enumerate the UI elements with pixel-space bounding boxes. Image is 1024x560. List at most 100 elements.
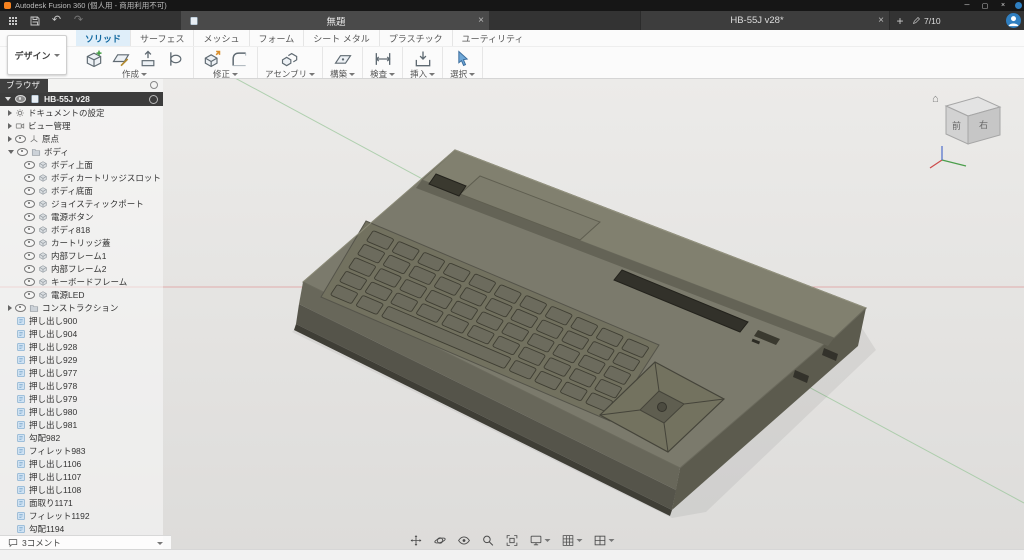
workspace-selector[interactable]: デザイン <box>7 35 67 75</box>
browser-item-named-views[interactable]: ビュー管理 <box>0 119 163 132</box>
feature-row[interactable]: 押し出し981 <box>0 418 163 431</box>
visibility-eye-icon[interactable] <box>15 95 26 103</box>
group-modify-label[interactable]: 修正 <box>213 69 238 79</box>
feature-row[interactable]: 押し出し1108 <box>0 483 163 496</box>
feature-row[interactable]: 押し出し980 <box>0 405 163 418</box>
pan-button[interactable] <box>410 534 423 547</box>
body-row[interactable]: ジョイスティックポート <box>0 197 163 210</box>
editable-documents-counter[interactable]: 7/10 <box>912 11 941 30</box>
tab-untitled-document[interactable]: 無題 × <box>181 11 489 30</box>
tab-form[interactable]: フォーム <box>249 30 304 46</box>
feature-row[interactable]: 面取り1171 <box>0 496 163 509</box>
tab-model-document[interactable]: HB-55J v28* × <box>640 11 890 30</box>
feature-row[interactable]: 押し出し1107 <box>0 470 163 483</box>
activate-radio-icon[interactable] <box>149 95 158 104</box>
assemble-button[interactable] <box>279 48 301 69</box>
feature-row[interactable]: フィレット1192 <box>0 509 163 522</box>
body-row[interactable]: キーボードフレーム <box>0 275 163 288</box>
body-row[interactable]: 電源LED <box>0 288 163 301</box>
browser-item-document-settings[interactable]: ドキュメントの設定 <box>0 106 163 119</box>
new-component-button[interactable] <box>83 48 105 69</box>
maximize-button[interactable]: ▢ <box>977 2 993 10</box>
select-button[interactable] <box>452 48 474 69</box>
expand-icon[interactable] <box>8 305 12 311</box>
group-inspect-label[interactable]: 検査 <box>370 69 395 79</box>
expand-icon[interactable] <box>5 97 11 101</box>
measure-button[interactable] <box>372 48 394 69</box>
expand-icon[interactable] <box>8 123 12 129</box>
fit-button[interactable] <box>506 534 519 547</box>
orbit-button[interactable] <box>434 534 447 547</box>
body-row[interactable]: ボディカートリッジスロット <box>0 171 163 184</box>
group-select-label[interactable]: 選択 <box>450 69 475 79</box>
display-settings-button[interactable] <box>530 534 551 547</box>
app-menu-button[interactable] <box>6 14 19 27</box>
visibility-eye-icon[interactable] <box>24 265 35 273</box>
group-assemble-label[interactable]: アセンブリ <box>265 69 315 79</box>
view-cube[interactable]: ⌂ 前 右 <box>928 86 1018 178</box>
feature-row[interactable]: 押し出し979 <box>0 392 163 405</box>
fillet-button[interactable] <box>228 48 250 69</box>
zoom-button[interactable] <box>482 534 495 547</box>
collapse-icon[interactable] <box>8 150 14 154</box>
feature-row[interactable]: フィレット983 <box>0 444 163 457</box>
revolve-button[interactable] <box>164 48 186 69</box>
feature-row[interactable]: 勾配982 <box>0 431 163 444</box>
body-row[interactable]: 内部フレーム1 <box>0 249 163 262</box>
visibility-eye-icon[interactable] <box>24 213 35 221</box>
expand-icon[interactable] <box>8 136 12 142</box>
construct-plane-button[interactable] <box>332 48 354 69</box>
visibility-eye-icon[interactable] <box>24 161 35 169</box>
undo-button[interactable]: ↶ <box>50 14 63 27</box>
group-construct-label[interactable]: 構築 <box>330 69 355 79</box>
visibility-eye-icon[interactable] <box>24 200 35 208</box>
press-pull-button[interactable] <box>201 48 223 69</box>
visibility-eye-icon[interactable] <box>17 148 28 156</box>
group-create-label[interactable]: 作成 <box>122 69 147 79</box>
comments-bar[interactable]: 3コメント <box>0 535 171 550</box>
expand-icon[interactable] <box>8 110 12 116</box>
tab-mesh[interactable]: メッシュ <box>193 30 248 46</box>
body-row[interactable]: 内部フレーム2 <box>0 262 163 275</box>
visibility-eye-icon[interactable] <box>24 226 35 234</box>
create-sketch-button[interactable] <box>110 48 132 69</box>
minimize-button[interactable]: ─ <box>959 2 975 9</box>
body-row[interactable]: ボディ底面 <box>0 184 163 197</box>
visibility-eye-icon[interactable] <box>24 278 35 286</box>
group-insert-label[interactable]: 挿入 <box>410 69 435 79</box>
feature-row[interactable]: 押し出し1106 <box>0 457 163 470</box>
browser-folder-construction[interactable]: コンストラクション <box>0 301 163 314</box>
visibility-eye-icon[interactable] <box>24 291 35 299</box>
visibility-eye-icon[interactable] <box>24 239 35 247</box>
redo-button[interactable]: ↷ <box>72 14 85 27</box>
account-dot-icon[interactable] <box>1015 2 1022 9</box>
tab-sheetmetal[interactable]: シート メタル <box>303 30 379 46</box>
feature-row[interactable]: 押し出し929 <box>0 353 163 366</box>
browser-root-row[interactable]: HB-55J v28 <box>0 92 163 106</box>
extrude-button[interactable] <box>137 48 159 69</box>
visibility-eye-icon[interactable] <box>24 187 35 195</box>
feature-row[interactable]: 押し出し978 <box>0 379 163 392</box>
browser-item-origin[interactable]: 原点 <box>0 132 163 145</box>
feature-row[interactable]: 押し出し900 <box>0 314 163 327</box>
tab-surface[interactable]: サーフェス <box>130 30 193 46</box>
feature-row[interactable]: 勾配1194 <box>0 522 163 535</box>
home-icon[interactable]: ⌂ <box>932 93 939 105</box>
panel-options-icon[interactable] <box>150 81 158 89</box>
tab-utility[interactable]: ユーティリティ <box>452 30 533 46</box>
body-row[interactable]: ボディ818 <box>0 223 163 236</box>
body-row[interactable]: 電源ボタン <box>0 210 163 223</box>
close-model-tab-icon[interactable]: × <box>873 15 889 26</box>
body-row[interactable]: ボディ上面 <box>0 158 163 171</box>
tab-solid[interactable]: ソリッド <box>76 30 130 46</box>
save-button[interactable] <box>28 14 41 27</box>
tab-plastic[interactable]: プラスチック <box>379 30 452 46</box>
visibility-eye-icon[interactable] <box>24 252 35 260</box>
browser-folder-bodies[interactable]: ボディ <box>0 145 163 158</box>
visibility-eye-icon[interactable] <box>15 135 26 143</box>
look-at-button[interactable] <box>458 534 471 547</box>
viewports-button[interactable] <box>594 534 615 547</box>
new-tab-button[interactable]: + <box>893 11 907 30</box>
feature-row[interactable]: 押し出し977 <box>0 366 163 379</box>
visibility-eye-icon[interactable] <box>24 174 35 182</box>
